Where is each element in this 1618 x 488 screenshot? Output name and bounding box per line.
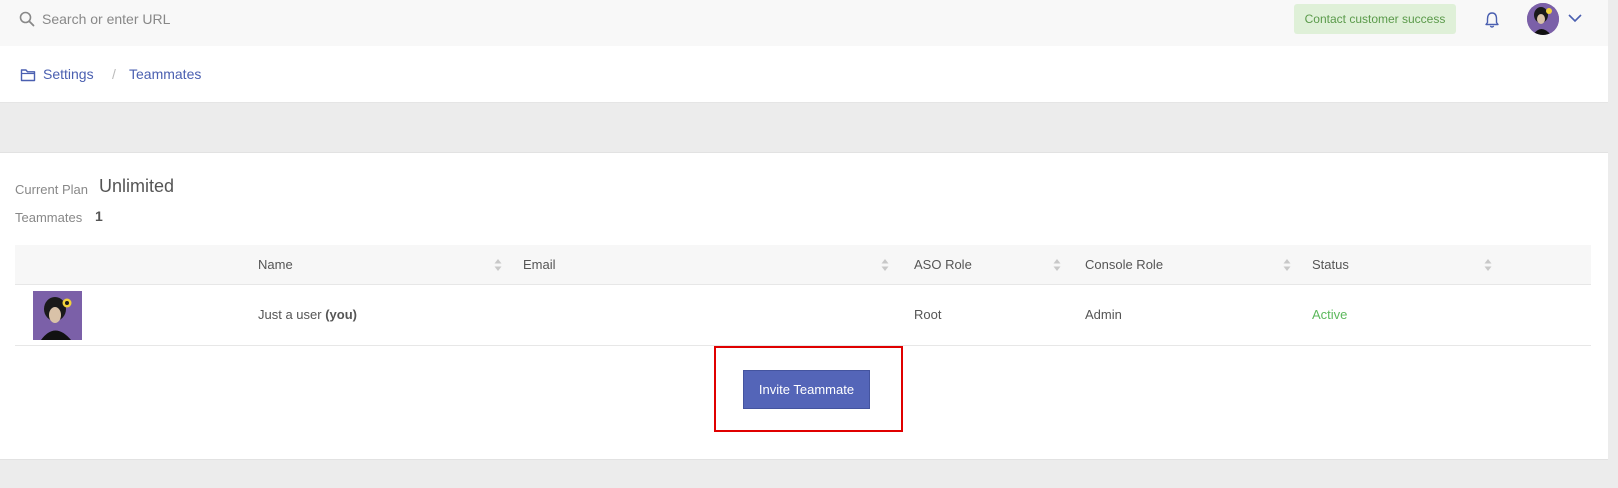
teammates-count-value: 1: [95, 208, 103, 224]
invite-teammate-button[interactable]: Invite Teammate: [743, 370, 870, 409]
search-icon: [19, 11, 35, 27]
status-badge: Active: [1312, 307, 1348, 322]
chevron-down-icon[interactable]: [1568, 13, 1582, 23]
breadcrumb-settings-link[interactable]: Settings: [43, 66, 94, 82]
current-plan-label: Current Plan: [15, 182, 88, 197]
breadcrumb: Settings / Teammates: [0, 46, 1608, 103]
cell-aso-role: Root: [914, 307, 942, 322]
column-header-aso-role[interactable]: ASO Role: [914, 257, 972, 272]
column-header-status[interactable]: Status: [1312, 257, 1349, 272]
column-header-console-role[interactable]: Console Role: [1085, 257, 1163, 272]
search-input[interactable]: Search or enter URL: [42, 11, 170, 27]
sort-icon[interactable]: [881, 258, 889, 272]
avatar: [33, 291, 82, 340]
column-header-email[interactable]: Email: [523, 257, 556, 272]
sort-icon[interactable]: [494, 258, 502, 272]
breadcrumb-separator: /: [112, 66, 116, 82]
cell-console-role: Admin: [1085, 307, 1122, 322]
top-bar: Search or enter URL Contact customer suc…: [0, 0, 1608, 46]
table-row[interactable]: Just a user (you) Root Admin Active: [15, 285, 1591, 346]
bell-icon[interactable]: [1484, 11, 1500, 29]
cell-name: Just a user (you): [258, 307, 357, 322]
contact-customer-success-button[interactable]: Contact customer success: [1294, 4, 1456, 34]
sort-icon[interactable]: [1283, 258, 1291, 272]
avatar-image: [1527, 3, 1559, 35]
column-header-name[interactable]: Name: [258, 257, 293, 272]
table-header: Name Email ASO Role Console Role Status: [15, 245, 1591, 285]
breadcrumb-teammates-link[interactable]: Teammates: [129, 66, 201, 82]
avatar[interactable]: [1527, 3, 1559, 35]
sort-icon[interactable]: [1484, 258, 1492, 272]
teammates-count-label: Teammates: [15, 210, 83, 225]
you-tag: (you): [325, 307, 357, 322]
folder-icon: [20, 69, 36, 82]
user-name: Just a user: [258, 307, 322, 322]
current-plan-value: Unlimited: [99, 176, 175, 196]
avatar-image: [33, 291, 82, 340]
sort-icon[interactable]: [1053, 258, 1061, 272]
